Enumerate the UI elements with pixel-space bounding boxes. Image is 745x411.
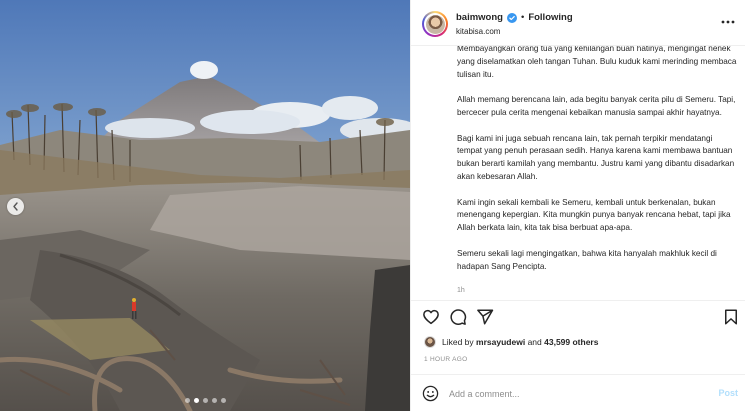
separator-dot: • <box>520 12 525 23</box>
semeru-landscape-image <box>0 0 410 411</box>
chevron-left-icon <box>13 202 18 211</box>
bookmark-icon[interactable] <box>722 308 740 326</box>
following-button[interactable]: Following <box>528 12 572 23</box>
caption-timestamp: 1h <box>457 287 465 295</box>
post-comment-button[interactable]: Post <box>718 388 738 398</box>
emoji-icon[interactable] <box>422 385 439 402</box>
more-options-icon[interactable] <box>720 14 736 30</box>
comment-input[interactable] <box>449 385 699 402</box>
heart-icon[interactable] <box>422 308 440 326</box>
liker-avatar[interactable] <box>424 336 436 348</box>
post-subline[interactable]: kitabisa.com <box>456 27 500 36</box>
avatar-image <box>425 14 445 34</box>
carousel-dot <box>202 398 208 403</box>
post-details-panel: baimwong • Following kitabisa.com Membay… <box>410 0 745 411</box>
likes-summary: Liked by mrsayudewi and 43,599 others <box>424 336 598 348</box>
action-bar <box>411 300 745 332</box>
carousel-dot <box>220 398 226 403</box>
comment-icon[interactable] <box>449 308 467 326</box>
likes-count-link[interactable]: 43,599 others <box>544 337 598 347</box>
carousel-dot <box>211 398 217 403</box>
caption-paragraph: Bagi kami ini juga sebuah rencana lain, … <box>457 133 735 181</box>
likes-connector: and <box>527 337 542 347</box>
username-link[interactable]: baimwong <box>456 12 503 23</box>
paper-plane-icon[interactable] <box>476 308 494 326</box>
carousel-indicator <box>0 398 410 403</box>
post-photo[interactable] <box>0 0 410 411</box>
caption-paragraph: Semeru sekali lagi mengingatkan, bahwa k… <box>457 248 717 271</box>
avatar[interactable] <box>422 11 448 37</box>
carousel-dot <box>184 398 190 403</box>
verified-badge-icon <box>506 12 517 23</box>
caption-paragraph: Membayangkan orang tua yang kehilangan b… <box>457 46 737 79</box>
carousel-prev-button[interactable] <box>7 198 24 215</box>
post-header: baimwong • Following kitabisa.com <box>411 0 745 46</box>
comment-composer: Post <box>411 374 745 411</box>
caption-scroll-area[interactable]: Membayangkan orang tua yang kehilangan b… <box>457 46 739 298</box>
likes-prefix: Liked by <box>442 337 474 347</box>
liker-username-link[interactable]: mrsayudewi <box>476 337 525 347</box>
caption-paragraph: Kami ingin sekali kembali ke Semeru, kem… <box>457 197 731 233</box>
post-timestamp[interactable]: 1 HOUR AGO <box>424 356 467 363</box>
carousel-dot-active <box>193 398 199 403</box>
caption-paragraph: Allah memang berencana lain, ada begitu … <box>457 95 736 117</box>
